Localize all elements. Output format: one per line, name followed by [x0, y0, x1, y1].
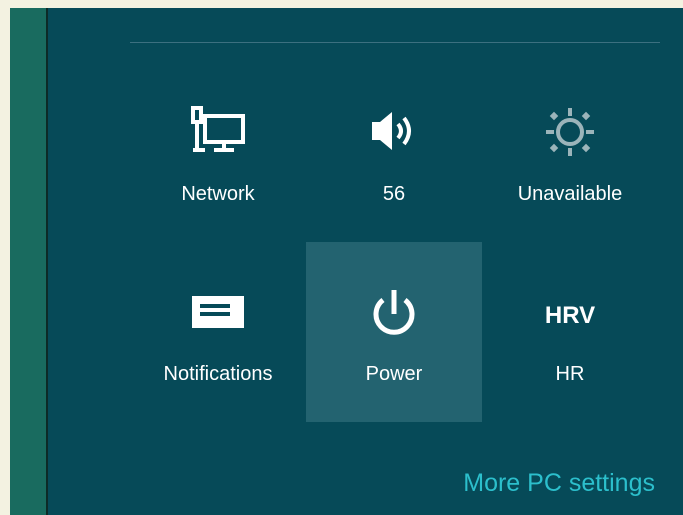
notifications-label: Notifications [163, 363, 273, 385]
notifications-icon [130, 290, 306, 334]
volume-tile[interactable]: 56 [306, 62, 482, 242]
language-indicator: HRV [482, 302, 658, 330]
volume-label: 56 [382, 183, 406, 205]
settings-panel: Network 56 Unavailable Notifications Pow… [48, 8, 683, 515]
brightness-label: Unavailable [517, 183, 623, 205]
power-icon [306, 282, 482, 346]
notifications-tile[interactable]: Notifications [130, 242, 306, 422]
screenshot-frame: Network 56 Unavailable Notifications Pow… [0, 0, 683, 515]
more-pc-settings-link[interactable]: More PC settings [463, 469, 655, 498]
language-label: HR [555, 363, 585, 385]
input-language-tile[interactable]: HRV HR [482, 242, 658, 422]
language-code-text: HRV [544, 302, 596, 329]
divider [130, 42, 660, 43]
left-strip [10, 8, 46, 515]
volume-icon [306, 100, 482, 164]
network-icon [130, 100, 306, 164]
network-label: Network [181, 183, 255, 205]
network-tile[interactable]: Network [130, 62, 306, 242]
brightness-tile[interactable]: Unavailable [482, 62, 658, 242]
power-tile[interactable]: Power [306, 242, 482, 422]
brightness-icon [482, 100, 658, 164]
power-label: Power [365, 363, 423, 385]
